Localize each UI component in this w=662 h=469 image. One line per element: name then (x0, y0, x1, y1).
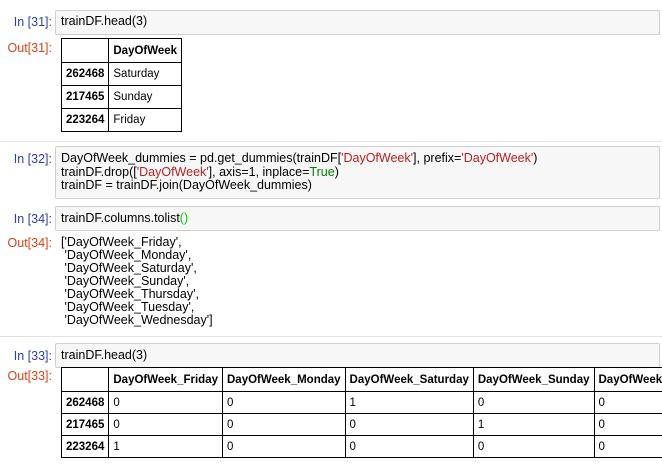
row-index: 262468 (60, 391, 110, 414)
row-index: 217465 (60, 413, 110, 436)
row-index: 223264 (60, 435, 110, 458)
code-text-33: trainDF.head(3) (61, 348, 148, 362)
column-header: DayOfWeek (108, 38, 183, 63)
input-prompt-31: In [31]: (13, 15, 52, 29)
column-header: DayOfWeek_Friday (108, 367, 223, 392)
code-line-1: DayOfWeek_dummies = pd.get_dummies(train… (61, 151, 538, 165)
table-cell: 0 (344, 413, 474, 436)
output-prompt-31: Out[31]: (7, 41, 52, 55)
code-line-2: trainDF.drop(['DayOfWeek'], axis=1, inpl… (61, 164, 339, 179)
code-text-34: trainDF.columns.tolist() (61, 211, 189, 225)
column-header: DayOfWeek_Thu (593, 367, 662, 392)
cell-divider (0, 336, 662, 337)
table-row: 217465 0 0 0 1 0 (60, 413, 662, 436)
code-text-31: trainDF.head(3) (61, 14, 148, 28)
column-header: DayOfWeek_Sunday (472, 367, 595, 392)
table-cell: 0 (222, 413, 346, 436)
row-index: 262468 (60, 62, 110, 86)
dataframe-output-33: DayOfWeek_Friday DayOfWeek_Monday DayOfW… (60, 367, 662, 458)
table-cell: 0 (472, 435, 595, 458)
table-cell: Friday (108, 108, 183, 132)
table-cell: 0 (344, 435, 474, 458)
list-output-34: ['DayOfWeek_Friday', 'DayOfWeek_Monday',… (61, 235, 213, 327)
table-cell: 0 (108, 391, 223, 414)
index-header (60, 367, 110, 392)
column-header: DayOfWeek_Monday (222, 367, 346, 392)
table-cell: 1 (344, 391, 474, 414)
table-cell: Saturday (108, 62, 183, 86)
table-row: 262468 0 0 1 0 0 (60, 391, 662, 414)
code-block-32: DayOfWeek_dummies = pd.get_dummies(train… (61, 151, 538, 193)
table-row: 217465 Sunday (60, 85, 183, 109)
code-line-3: trainDF = trainDF.join(DayOfWeek_dummies… (61, 178, 312, 192)
table-cell: 1 (108, 435, 223, 458)
table-row: 262468 Saturday (60, 62, 183, 86)
input-prompt-33: In [33]: (13, 349, 52, 363)
table-cell: 0 (222, 391, 346, 414)
column-header: DayOfWeek_Saturday (344, 367, 474, 392)
dataframe-output-31: DayOfWeek 262468 Saturday 217465 Sunday … (60, 38, 183, 132)
input-prompt-32: In [32]: (13, 152, 52, 166)
output-prompt-33: Out[33]: (7, 369, 52, 383)
table-row: 223264 1 0 0 0 0 (60, 435, 662, 458)
table-cell: 0 (593, 413, 662, 436)
input-prompt-34: In [34]: (13, 212, 52, 226)
table-cell: 0 (222, 435, 346, 458)
table-cell: 0 (108, 413, 223, 436)
table-cell: 0 (593, 391, 662, 414)
output-prompt-34: Out[34]: (7, 236, 52, 250)
table-cell: 0 (472, 391, 595, 414)
table-row: 223264 Friday (60, 108, 183, 132)
cell-divider (0, 141, 662, 142)
table-cell: 0 (593, 435, 662, 458)
table-cell: Sunday (108, 85, 183, 109)
table-cell: 1 (472, 413, 595, 436)
index-header (60, 38, 110, 63)
row-index: 217465 (60, 85, 110, 109)
row-index: 223264 (60, 108, 110, 132)
